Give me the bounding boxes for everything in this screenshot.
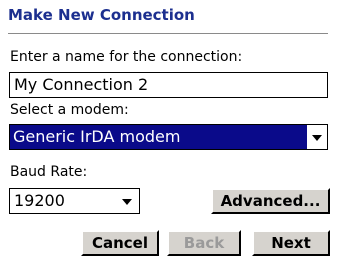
modem-select[interactable]: Generic IrDA modem — [9, 124, 328, 150]
baud-rate-label: Baud Rate: — [10, 164, 88, 180]
dropdown-arrow-icon[interactable] — [312, 135, 322, 141]
dropdown-arrow-icon[interactable] — [122, 199, 132, 205]
modem-selected-value: Generic IrDA modem — [10, 125, 307, 149]
baud-rate-selected-value: 19200 — [14, 191, 65, 210]
advanced-button[interactable]: Advanced... — [211, 188, 330, 214]
modem-prompt-label: Select a modem: — [10, 102, 129, 118]
baud-rate-select[interactable]: 19200 — [9, 188, 140, 214]
dialog-title: Make New Connection — [8, 6, 195, 24]
next-button[interactable]: Next — [252, 230, 330, 256]
connection-name-input[interactable]: My Connection 2 — [9, 72, 328, 98]
name-prompt-label: Enter a name for the connection: — [10, 49, 243, 65]
back-button[interactable]: Back — [167, 230, 241, 256]
cancel-button[interactable]: Cancel — [81, 230, 159, 256]
title-divider — [8, 33, 328, 34]
